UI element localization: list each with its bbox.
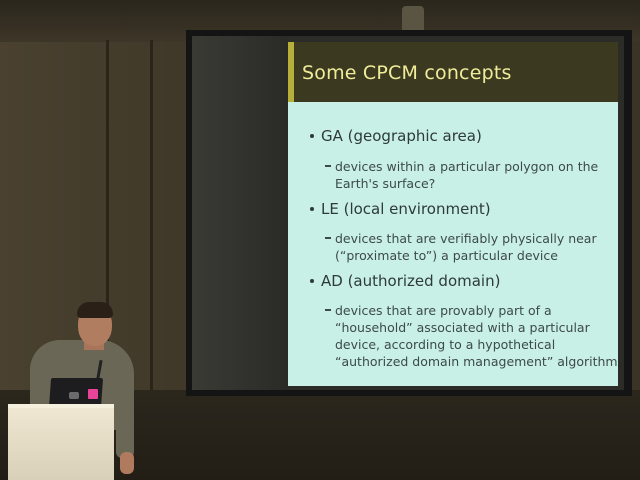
- dash-icon: [325, 237, 331, 239]
- laptop-logo-icon: [69, 392, 79, 399]
- projection-screen-margin: [192, 36, 288, 390]
- podium: [8, 408, 114, 480]
- speaker-arm: [116, 372, 134, 458]
- wall-panel-seam: [150, 40, 153, 400]
- slide-header-accent: [288, 42, 294, 102]
- bullet-ga: GA (geographic area): [321, 127, 482, 145]
- speaker-hand: [120, 452, 134, 474]
- sub-bullet-line: devices within a particular polygon on t…: [335, 159, 599, 174]
- bullet-icon: [310, 207, 314, 211]
- laptop-sticker: [88, 389, 98, 399]
- dash-icon: [325, 165, 331, 167]
- sub-bullet-line: Earth's surface?: [335, 176, 436, 191]
- bullet-ad: AD (authorized domain): [321, 272, 501, 290]
- sub-bullet-line: devices that are verifiably physically n…: [335, 231, 597, 246]
- sub-bullet-line: “household” associated with a particular: [335, 320, 590, 335]
- bullet-icon: [310, 279, 314, 283]
- slide-header: Some CPCM concepts: [288, 42, 618, 102]
- bullet-le: LE (local environment): [321, 200, 491, 218]
- sub-bullet-line: (“proximate to”) a particular device: [335, 248, 558, 263]
- dash-icon: [325, 309, 331, 311]
- sub-bullet-line: device, according to a hypothetical: [335, 337, 556, 352]
- slide-title: Some CPCM concepts: [302, 62, 512, 84]
- sub-bullet-line: “authorized domain management” algorithm: [335, 354, 618, 369]
- bullet-icon: [310, 134, 314, 138]
- sub-bullet-line: devices that are provably part of a: [335, 303, 552, 318]
- lecture-scene: Some CPCM concepts GA (geographic area) …: [0, 0, 640, 480]
- speaker-hair: [77, 302, 113, 318]
- presentation-slide: Some CPCM concepts GA (geographic area) …: [288, 42, 618, 386]
